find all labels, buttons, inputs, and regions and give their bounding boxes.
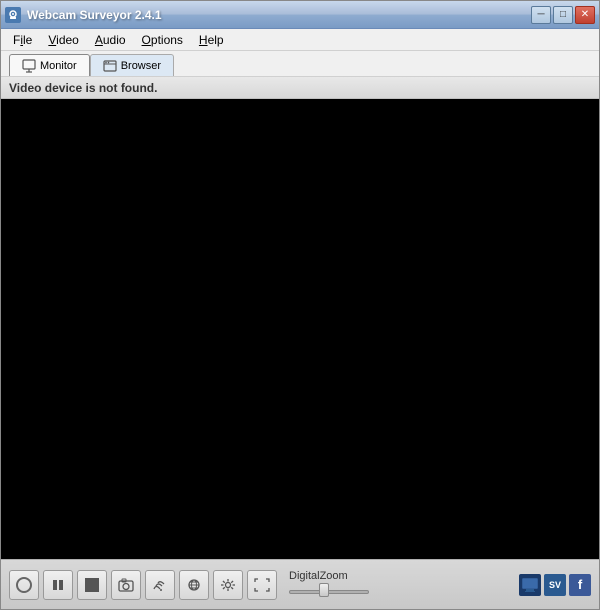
menu-audio[interactable]: Audio	[87, 31, 134, 49]
broadcast-button[interactable]	[179, 570, 209, 600]
menu-options[interactable]: Options	[134, 31, 191, 49]
tray-icon-sv[interactable]: SV	[544, 574, 566, 596]
zoom-track	[289, 590, 369, 594]
menu-help[interactable]: Help	[191, 31, 232, 49]
settings-button[interactable]	[213, 570, 243, 600]
fullscreen-button[interactable]	[247, 570, 277, 600]
title-bar: Webcam Surveyor 2.4.1 ─ □ ✕	[1, 1, 599, 29]
tab-bar: Monitor Browser	[1, 51, 599, 77]
snapshot-button[interactable]	[111, 570, 141, 600]
fullscreen-icon	[254, 578, 270, 592]
close-button[interactable]: ✕	[575, 6, 595, 24]
monitor-tab-icon	[22, 59, 36, 73]
tray-icon-facebook[interactable]: f	[569, 574, 591, 596]
window-controls: ─ □ ✕	[531, 6, 595, 24]
maximize-button[interactable]: □	[553, 6, 573, 24]
menu-video[interactable]: Video	[40, 31, 86, 49]
tray-icons: SV f	[519, 574, 591, 596]
browser-tab-icon	[103, 59, 117, 73]
tab-monitor-label: Monitor	[40, 60, 77, 72]
menu-bar: File Video Audio Options Help	[1, 29, 599, 51]
status-message: Video device is not found.	[9, 81, 157, 95]
motion-icon	[152, 578, 168, 592]
facebook-icon: f	[578, 577, 582, 592]
snapshot-icon	[118, 578, 134, 592]
tab-monitor[interactable]: Monitor	[9, 54, 90, 76]
minimize-button[interactable]: ─	[531, 6, 551, 24]
main-window: Webcam Surveyor 2.4.1 ─ □ ✕ File Video A…	[0, 0, 600, 610]
app-icon	[5, 7, 21, 23]
stop-button[interactable]	[77, 570, 107, 600]
menu-file[interactable]: File	[5, 31, 40, 49]
zoom-slider[interactable]	[289, 584, 369, 600]
broadcast-icon	[186, 578, 202, 592]
tray-monitor-icon	[521, 577, 539, 593]
zoom-label: DigitalZoom	[289, 570, 348, 582]
bottom-toolbar: DigitalZoom SV f	[1, 559, 599, 609]
motion-button[interactable]	[145, 570, 175, 600]
stop-icon	[85, 578, 99, 592]
record-icon	[16, 577, 32, 593]
tray-sv-label: SV	[549, 580, 561, 590]
tab-browser-label: Browser	[121, 60, 161, 72]
zoom-thumb	[319, 583, 329, 597]
video-display	[1, 99, 599, 559]
pause-icon	[51, 578, 65, 592]
settings-icon	[220, 578, 236, 592]
zoom-section: DigitalZoom	[289, 570, 369, 600]
status-bar: Video device is not found.	[1, 77, 599, 99]
window-title: Webcam Surveyor 2.4.1	[27, 8, 531, 22]
record-video-button[interactable]	[9, 570, 39, 600]
tray-icon-monitor[interactable]	[519, 574, 541, 596]
pause-button[interactable]	[43, 570, 73, 600]
tab-browser[interactable]: Browser	[90, 54, 174, 76]
